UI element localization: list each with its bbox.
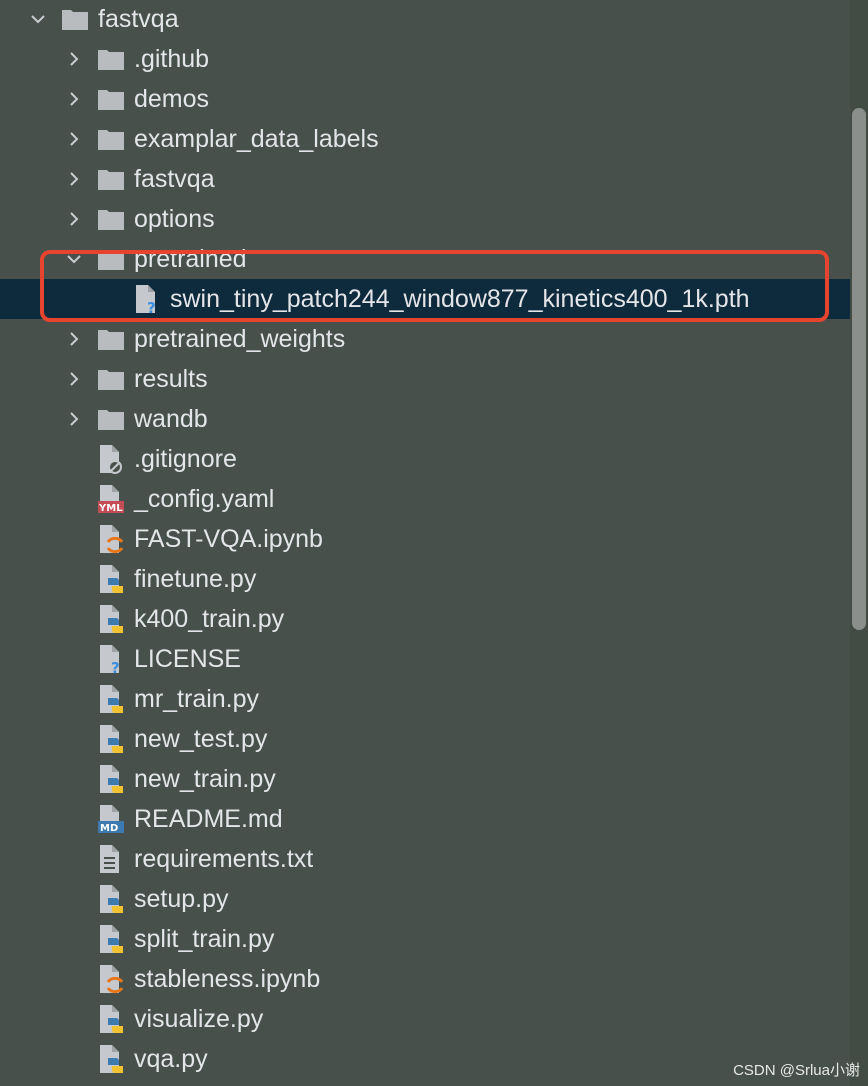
tree-root-row[interactable]: fastvqa: [0, 0, 850, 39]
jupyter-notebook-icon: [96, 524, 126, 554]
svg-text:YML: YML: [98, 503, 123, 514]
folder-icon: [60, 4, 90, 34]
chevron-right-icon[interactable]: [64, 49, 84, 69]
svg-text:MD: MD: [100, 823, 118, 834]
tree-item-label: k400_train.py: [134, 605, 285, 633]
chevron-right-icon[interactable]: [64, 369, 84, 389]
python-file-icon: [96, 724, 126, 754]
tree-row[interactable]: setup.py: [0, 879, 850, 919]
folder-icon: [96, 44, 126, 74]
tree-item-label: demos: [134, 85, 210, 113]
chevron-right-icon[interactable]: [64, 329, 84, 349]
folder-icon: [96, 364, 126, 394]
tree-item-label: FAST-VQA.ipynb: [134, 525, 323, 553]
tree-row[interactable]: k400_train.py: [0, 599, 850, 639]
svg-text:?: ?: [111, 659, 120, 674]
folder-icon: [96, 164, 126, 194]
tree-row[interactable]: MD README.md: [0, 799, 850, 839]
python-file-icon: [96, 1044, 126, 1074]
tree-row[interactable]: demos: [0, 79, 850, 119]
tree-item-label: examplar_data_labels: [134, 125, 379, 153]
scrollbar-track[interactable]: [850, 0, 868, 1086]
gitignore-file-icon: [96, 444, 126, 474]
tree-row[interactable]: options: [0, 199, 850, 239]
python-file-icon: [96, 884, 126, 914]
tree-item-label: requirements.txt: [134, 845, 314, 873]
tree-item-label: .github: [134, 45, 210, 73]
tree-row[interactable]: examplar_data_labels: [0, 119, 850, 159]
folder-icon: [96, 124, 126, 154]
python-file-icon: [96, 604, 126, 634]
tree-item-label: options: [134, 205, 215, 233]
watermark: CSDN @Srlua小谢: [733, 1062, 860, 1079]
tree-item-label: .gitignore: [134, 445, 237, 473]
tree-item-label: LICENSE: [134, 645, 241, 673]
tree-row[interactable]: new_test.py: [0, 719, 850, 759]
tree-item-label: setup.py: [134, 885, 229, 913]
python-file-icon: [96, 564, 126, 594]
tree-row[interactable]: results: [0, 359, 850, 399]
tree-row[interactable]: pretrained_weights: [0, 319, 850, 359]
chevron-right-icon[interactable]: [64, 129, 84, 149]
tree-item-label: new_train.py: [134, 765, 276, 793]
tree-item-label: wandb: [134, 405, 208, 433]
highlight-annotation: [40, 250, 829, 322]
tree-item-label: new_test.py: [134, 725, 268, 753]
folder-icon: [96, 324, 126, 354]
chevron-right-icon[interactable]: [64, 209, 84, 229]
chevron-right-icon[interactable]: [64, 89, 84, 109]
yaml-file-icon: YML: [96, 484, 126, 514]
tree-row[interactable]: vqa.py: [0, 1039, 850, 1079]
python-file-icon: [96, 684, 126, 714]
tree-item-label: README.md: [134, 805, 283, 833]
text-file-icon: [96, 844, 126, 874]
scrollbar-thumb[interactable]: [852, 108, 866, 630]
tree-row[interactable]: mr_train.py: [0, 679, 850, 719]
tree-row[interactable]: .github: [0, 39, 850, 79]
tree-item-label: stableness.ipynb: [134, 965, 321, 993]
python-file-icon: [96, 924, 126, 954]
tree-item-label: fastvqa: [98, 5, 179, 33]
folder-icon: [96, 404, 126, 434]
tree-row[interactable]: finetune.py: [0, 559, 850, 599]
tree-row[interactable]: YML _config.yaml: [0, 479, 850, 519]
tree-row[interactable]: ? LICENSE: [0, 639, 850, 679]
unknown-file-icon: ?: [96, 644, 126, 674]
tree-row[interactable]: visualize.py: [0, 999, 850, 1039]
tree-item-label: finetune.py: [134, 565, 257, 593]
tree-row[interactable]: new_train.py: [0, 759, 850, 799]
tree-row[interactable]: FAST-VQA.ipynb: [0, 519, 850, 559]
jupyter-notebook-icon: [96, 964, 126, 994]
tree-item-label: pretrained_weights: [134, 325, 346, 353]
tree-item-label: _config.yaml: [134, 485, 275, 513]
tree-row[interactable]: split_train.py: [0, 919, 850, 959]
tree-item-label: visualize.py: [134, 1005, 264, 1033]
python-file-icon: [96, 1004, 126, 1034]
tree-row[interactable]: requirements.txt: [0, 839, 850, 879]
tree-row[interactable]: stableness.ipynb: [0, 959, 850, 999]
tree-row[interactable]: wandb: [0, 399, 850, 439]
folder-icon: [96, 84, 126, 114]
chevron-down-icon[interactable]: [28, 9, 48, 29]
tree-row[interactable]: fastvqa: [0, 159, 850, 199]
chevron-right-icon[interactable]: [64, 409, 84, 429]
tree-row[interactable]: .gitignore: [0, 439, 850, 479]
markdown-file-icon: MD: [96, 804, 126, 834]
python-file-icon: [96, 764, 126, 794]
tree-item-label: mr_train.py: [134, 685, 260, 713]
tree-item-label: results: [134, 365, 208, 393]
chevron-right-icon[interactable]: [64, 169, 84, 189]
tree-item-label: split_train.py: [134, 925, 275, 953]
tree-item-label: vqa.py: [134, 1045, 208, 1073]
folder-icon: [96, 204, 126, 234]
tree-item-label: fastvqa: [134, 165, 215, 193]
